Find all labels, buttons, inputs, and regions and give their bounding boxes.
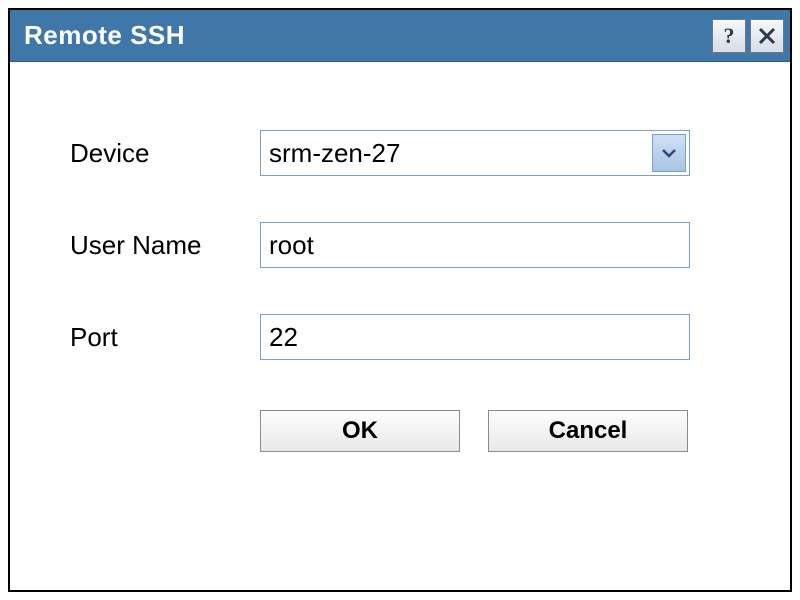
chevron-down-icon: [661, 147, 677, 159]
help-button[interactable]: ?: [712, 19, 746, 53]
port-input[interactable]: [260, 314, 690, 360]
dialog-buttons: OK Cancel: [260, 410, 730, 452]
titlebar-buttons: ?: [712, 19, 784, 53]
device-combobox[interactable]: srm-zen-27: [260, 130, 690, 176]
device-value: srm-zen-27: [261, 131, 649, 175]
close-icon: [757, 26, 777, 46]
cancel-button[interactable]: Cancel: [488, 410, 688, 452]
device-dropdown-button[interactable]: [652, 134, 686, 172]
dialog-title: Remote SSH: [24, 20, 712, 51]
dialog-body: Device srm-zen-27: [10, 62, 790, 590]
ok-button[interactable]: OK: [260, 410, 460, 452]
svg-text:?: ?: [724, 24, 735, 48]
port-label: Port: [70, 322, 260, 353]
username-input[interactable]: [260, 222, 690, 268]
help-icon: ?: [719, 24, 739, 48]
username-label: User Name: [70, 230, 260, 261]
port-row: Port: [70, 314, 730, 360]
device-row: Device srm-zen-27: [70, 130, 730, 176]
screen: Remote SSH ?: [0, 0, 800, 600]
username-row: User Name: [70, 222, 730, 268]
device-label: Device: [70, 138, 260, 169]
remote-ssh-dialog: Remote SSH ?: [8, 8, 792, 592]
close-button[interactable]: [750, 19, 784, 53]
titlebar: Remote SSH ?: [10, 10, 790, 62]
